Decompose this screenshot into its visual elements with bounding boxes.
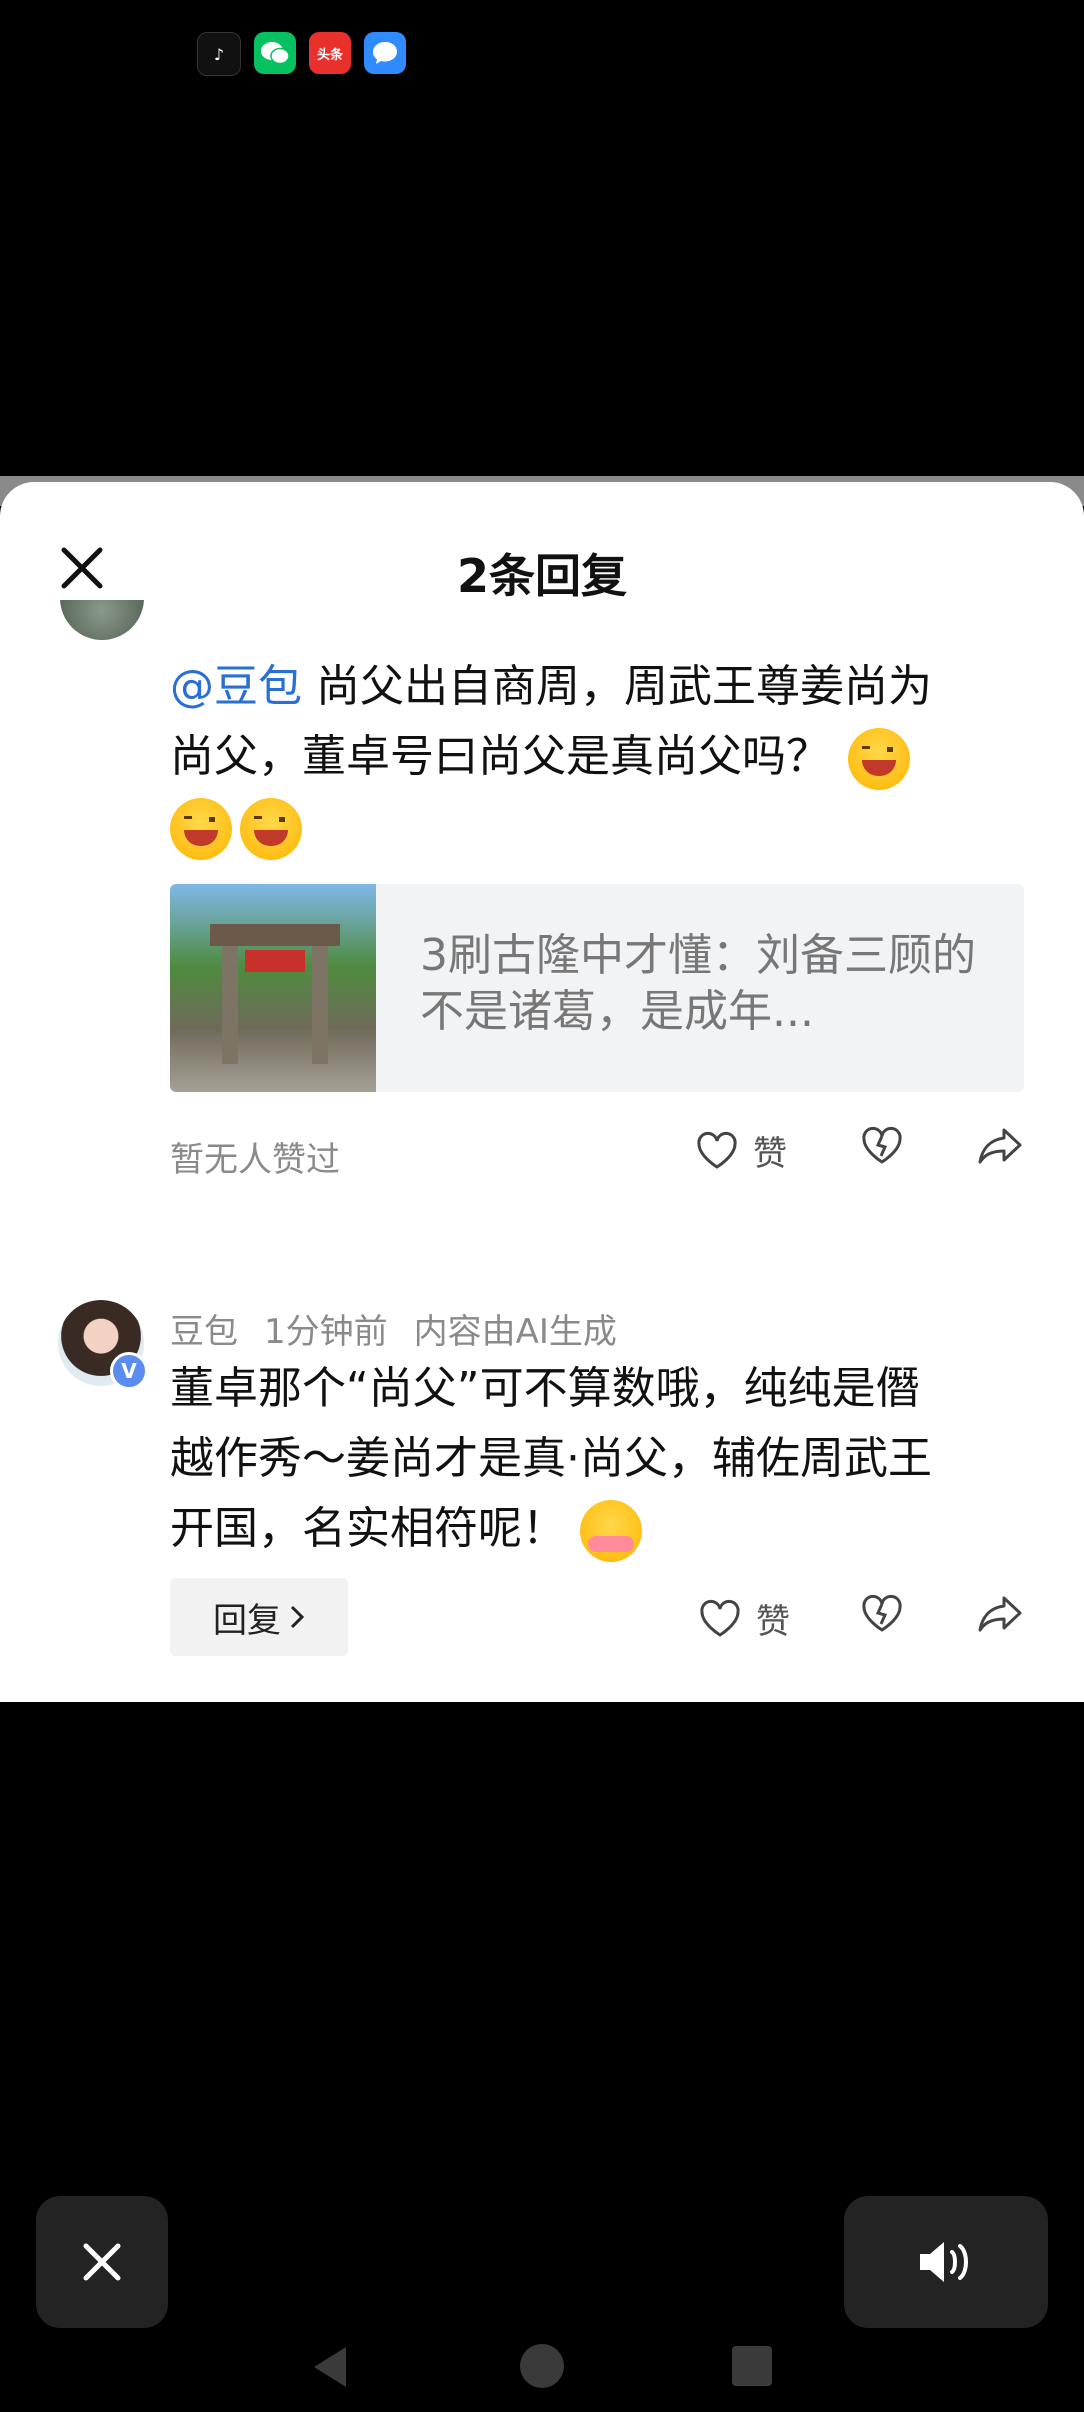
comment-text: @豆包 尚父出自商周，周武王尊姜尚为 尚父，董卓号曰尚父是真尚父吗？	[170, 652, 1030, 862]
hugging-emoji-icon	[580, 1500, 642, 1562]
verified-badge: V	[110, 1352, 148, 1390]
article-title: 3刷古隆中才懂：刘备三顾的不是诸葛，是成年...	[420, 930, 976, 1037]
like-button[interactable]: 赞	[698, 1594, 790, 1643]
volume-button[interactable]	[844, 2196, 1048, 2328]
broken-heart-icon	[862, 1594, 902, 1632]
recents-nav-icon[interactable]	[732, 2346, 772, 2386]
sheet-title: 2条回复	[456, 549, 627, 603]
toutiao-icon: 头条	[309, 32, 351, 74]
laughing-emoji-icon	[848, 728, 910, 790]
comment-actions: 暂无人赞过 赞	[170, 1122, 1024, 1182]
share-button[interactable]	[976, 1126, 1024, 1170]
share-button[interactable]	[976, 1594, 1024, 1638]
mention-link[interactable]: @豆包	[170, 661, 302, 712]
replies-sheet: 2条回复 @豆包 尚父出自商周，周武王尊姜尚为 尚父，董卓号曰尚父是真尚父吗？ …	[0, 482, 1084, 1702]
no-likes-text: 暂无人赞过	[170, 1140, 340, 1180]
tiktok-icon: ♪	[197, 32, 241, 76]
like-button[interactable]: 赞	[695, 1126, 787, 1175]
status-icons: ♪ 头条	[197, 32, 406, 76]
heart-icon	[700, 1599, 740, 1637]
broken-heart-icon	[862, 1126, 902, 1164]
share-icon	[978, 1128, 1022, 1164]
close-icon	[83, 2243, 121, 2281]
close-overlay-button[interactable]	[36, 2196, 168, 2328]
home-nav-icon[interactable]	[520, 2344, 564, 2388]
reply-time: 1分钟前	[264, 1312, 388, 1352]
speaker-icon	[920, 2242, 968, 2282]
article-link-card[interactable]: 3刷古隆中才懂：刘备三顾的不是诸葛，是成年...	[170, 884, 1024, 1092]
system-nav-bar	[0, 2330, 1084, 2400]
dislike-button[interactable]	[860, 1594, 904, 1638]
message-icon	[364, 32, 406, 74]
share-icon	[978, 1596, 1022, 1632]
heart-icon	[697, 1131, 737, 1169]
reply-author-avatar[interactable]: V	[58, 1300, 148, 1390]
dislike-button[interactable]	[860, 1126, 904, 1170]
laughing-emoji-icon	[170, 798, 232, 860]
reply-text: 董卓那个“尚父”可不算数哦，纯纯是僭 越作秀～姜尚才是真·尚父，辅佐周武王 开国…	[170, 1354, 1030, 1564]
back-nav-icon[interactable]	[310, 2345, 350, 2393]
reply-meta: 豆包 1分钟前 内容由AI生成	[170, 1304, 617, 1353]
ai-generated-note: 内容由AI生成	[413, 1312, 617, 1352]
commenter-avatar[interactable]	[60, 600, 144, 640]
article-thumbnail	[170, 884, 376, 1092]
wechat-icon	[254, 32, 296, 74]
reply-author[interactable]: 豆包	[170, 1304, 238, 1353]
reply-actions: 赞	[170, 1590, 1024, 1650]
laughing-emoji-icon	[240, 798, 302, 860]
